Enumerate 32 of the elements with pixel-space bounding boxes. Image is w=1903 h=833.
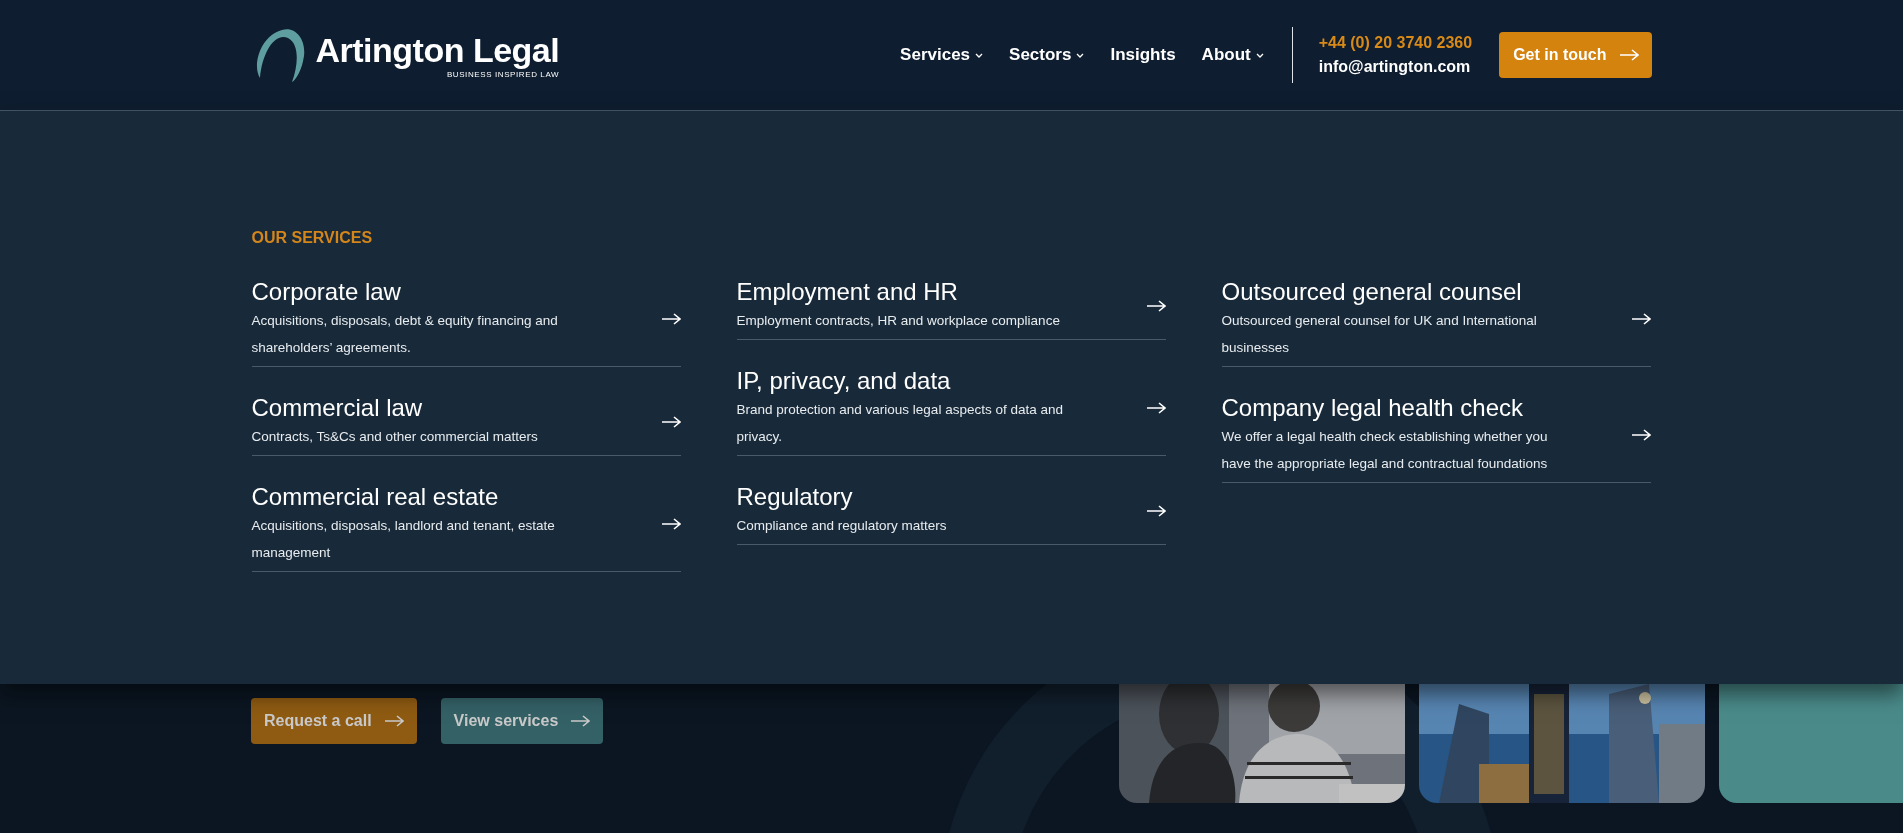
- logo-tagline: BUSINESS INSPIRED LAW: [446, 70, 560, 79]
- service-link[interactable]: Commercial real estate Acquisitions, disposals, landlord and tenant, estate management: [251, 474, 681, 572]
- arrow-icon: [1145, 504, 1166, 517]
- arrow-icon: [660, 313, 681, 325]
- caret-icon: [1076, 52, 1085, 58]
- section-heading: OUR SERVICES: [251, 228, 374, 247]
- arrow-icon: [1630, 429, 1651, 441]
- nav-link[interactable]: Sectors: [1009, 45, 1085, 65]
- arrow-icon: [1145, 299, 1166, 312]
- service-link[interactable]: IP, privacy, and data Brand protection and various legal aspects of data and privacy.: [736, 358, 1166, 456]
- arrow-icon: [570, 715, 591, 727]
- arrow-icon: [1630, 313, 1651, 325]
- service-link[interactable]: Commercial law Contracts, Ts&Cs and other commercial matters: [251, 385, 681, 456]
- arrow-icon: [1145, 402, 1166, 414]
- service-link[interactable]: Employment and HR Employment contracts, HR and workplace compliance: [736, 269, 1166, 340]
- phone-link[interactable]: +44 (0) 20 3740 2360: [1318, 34, 1473, 52]
- arrow-icon: [1618, 49, 1639, 61]
- arrow-icon: [383, 715, 404, 727]
- caret-icon: [1255, 52, 1264, 58]
- view-services-button[interactable]: View services: [440, 698, 604, 744]
- caret-icon: [975, 52, 984, 58]
- service-link[interactable]: Regulatory Compliance and regulatory matters: [736, 474, 1166, 545]
- arrow-icon: [660, 415, 681, 428]
- nav-link[interactable]: About: [1201, 45, 1264, 65]
- arrow-icon: [660, 518, 681, 530]
- nav-link[interactable]: Services: [900, 45, 984, 65]
- service-link[interactable]: Company legal health check We offer a legal health check establishing whether you have the appropriate legal and contractual foundations: [1221, 385, 1651, 483]
- logo-name: Artington Legal: [315, 31, 560, 69]
- service-link[interactable]: Outsourced general counsel Outsourced general counsel for UK and International businesses: [1221, 269, 1651, 367]
- service-link[interactable]: Corporate law Acquisitions, disposals, debt & equity financing and shareholders’ agreements.: [251, 269, 681, 367]
- email-link[interactable]: info@artington.com: [1318, 58, 1473, 76]
- nav-link[interactable]: Insights: [1110, 45, 1176, 65]
